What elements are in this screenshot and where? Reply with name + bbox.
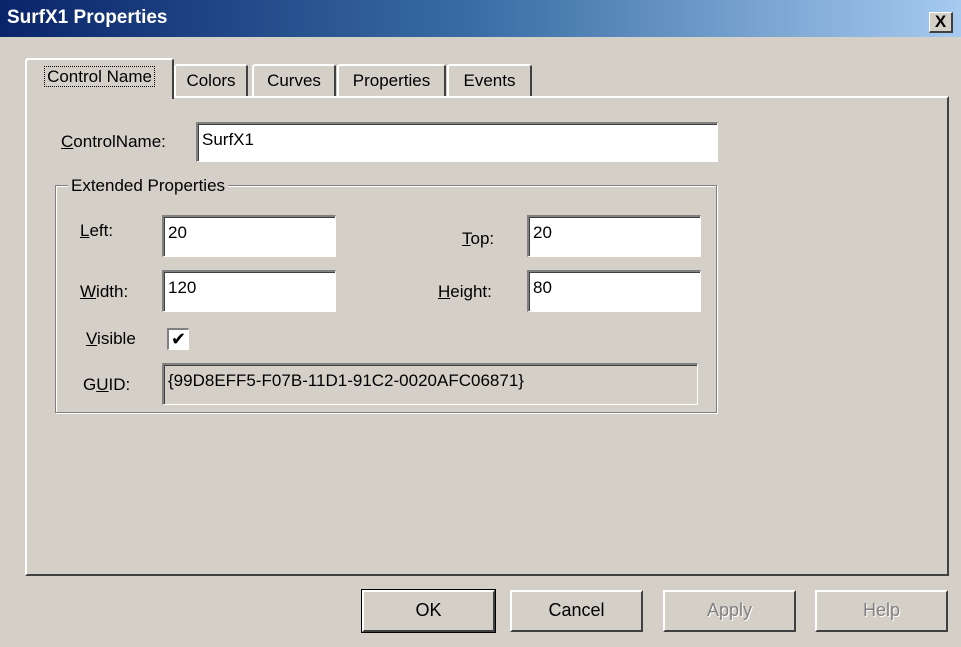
width-label: Width: [80,282,129,301]
tab-events[interactable]: Events [447,64,532,98]
guid-field[interactable]: {99D8EFF5-F07B-11D1-91C2-0020AFC06871} [162,363,698,405]
window-title: SurfX1 Properties [7,7,168,28]
height-field[interactable]: 80 [527,270,701,312]
visible-label: Visible [86,329,136,348]
tab-control-name[interactable]: Control Name [25,58,174,99]
close-icon: X [934,12,947,31]
tab-control-name-label: Control Name [44,66,155,87]
visible-checkbox[interactable]: ✔ [167,328,189,350]
height-label: Height: [438,282,492,301]
top-field[interactable]: 20 [527,215,701,257]
tab-properties[interactable]: Properties [337,64,446,98]
extended-properties-title: Extended Properties [68,176,229,196]
apply-button[interactable]: Apply [663,590,796,632]
control-name-label: ControlName: [61,132,166,151]
tab-curves[interactable]: Curves [252,64,336,98]
top-label: Top: [462,229,495,248]
width-field[interactable]: 120 [162,270,336,312]
control-name-field[interactable]: SurfX1 [196,122,718,162]
left-label: Left: [80,221,114,240]
tab-colors[interactable]: Colors [174,64,248,98]
close-button[interactable]: X [929,12,953,33]
cancel-button[interactable]: Cancel [510,590,643,632]
guid-label: GUID: [83,375,131,394]
checkmark-icon: ✔ [170,329,187,349]
help-button[interactable]: Help [815,590,948,632]
ok-button[interactable]: OK [361,589,496,633]
left-field[interactable]: 20 [162,215,336,257]
